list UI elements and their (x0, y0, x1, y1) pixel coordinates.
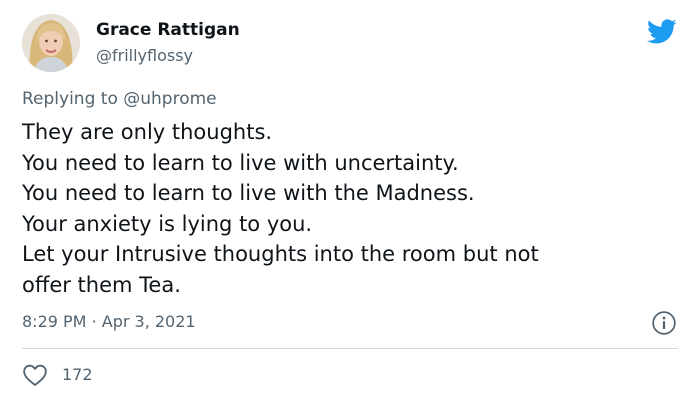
author-display-name[interactable]: Grace Rattigan (96, 20, 240, 40)
tweet-text: They are only thoughts. You need to lear… (22, 117, 662, 301)
replying-to-label: Replying to (22, 89, 118, 109)
replying-to: Replying to @uhprome (22, 89, 217, 109)
reply-mention-link[interactable]: @uhprome (123, 89, 216, 109)
meta-separator: · (91, 312, 97, 331)
author-handle[interactable]: @frillyflossy (96, 46, 193, 65)
tweet-line: Your anxiety is lying to you. (22, 211, 313, 236)
tweet-line: Let your Intrusive thoughts into the roo… (22, 242, 539, 267)
tweet-time: 8:29 PM (22, 312, 87, 331)
tweet-date: Apr 3, 2021 (101, 312, 196, 331)
tweet-line: You need to learn to live with the Madne… (22, 181, 475, 206)
avatar[interactable] (22, 14, 80, 72)
twitter-bird-icon[interactable] (645, 16, 679, 46)
like-count: 172 (62, 365, 93, 384)
divider (22, 348, 678, 349)
tweet-timestamp[interactable]: 8:29 PM · Apr 3, 2021 (22, 312, 196, 331)
info-icon[interactable] (651, 310, 677, 336)
tweet-card: Grace Rattigan @frillyflossy Replying to… (0, 0, 700, 402)
avatar-image (22, 14, 80, 72)
tweet-line: They are only thoughts. (22, 120, 273, 144)
tweet-line: You need to learn to live with uncertain… (22, 150, 459, 175)
heart-icon[interactable] (22, 363, 48, 387)
tweet-line: offer them Tea. (22, 272, 181, 297)
